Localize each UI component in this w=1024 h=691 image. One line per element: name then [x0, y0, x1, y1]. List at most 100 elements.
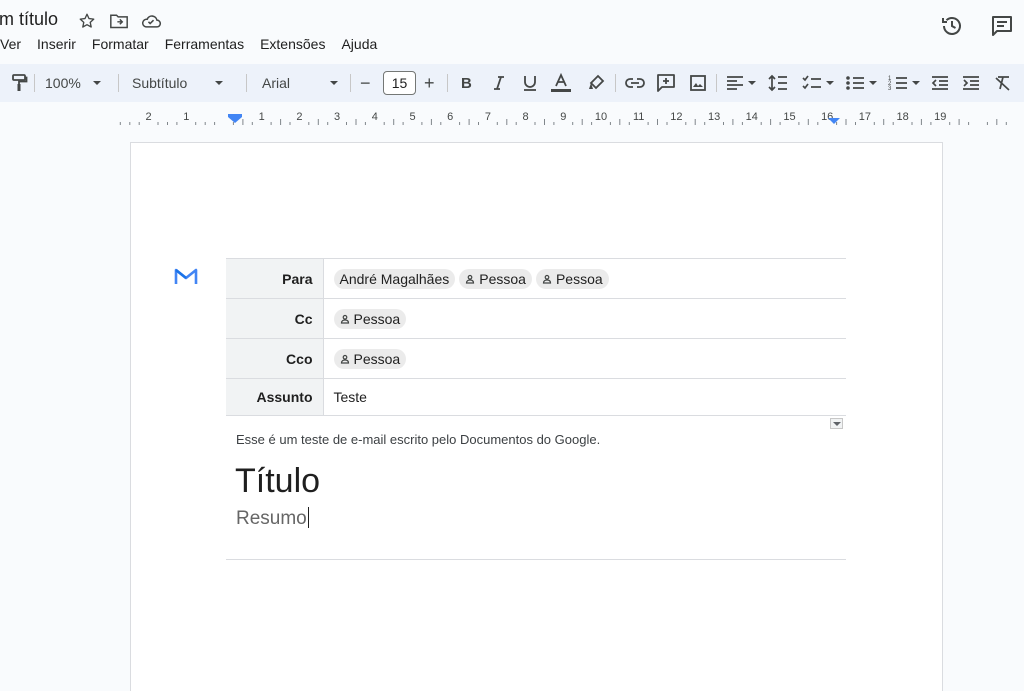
line-spacing-icon[interactable] — [768, 69, 788, 97]
toolbar: 100% Subtítulo Arial − 15 + B 1 2 3 — [0, 64, 1024, 102]
email-row-bcc: Cco Pessoa — [226, 338, 846, 379]
font-size-input-wrap: 15 — [383, 69, 416, 97]
recipient-chip[interactable]: Pessoa — [535, 268, 609, 289]
email-label-bcc: Cco — [226, 338, 324, 379]
link-icon[interactable] — [625, 69, 645, 97]
menu-ferramentas[interactable]: Ferramentas — [157, 35, 252, 53]
gmail-icon[interactable] — [174, 266, 198, 286]
chevron-down-icon — [869, 81, 877, 85]
chevron-down-icon — [832, 421, 841, 426]
align-select[interactable] — [726, 69, 756, 97]
style-select[interactable]: Subtítulo — [132, 69, 224, 97]
email-label-cc: Cc — [226, 298, 324, 339]
toolbar-divider — [716, 74, 717, 92]
ruler-label: 10 — [595, 111, 607, 123]
ruler-label: 1 — [183, 111, 189, 123]
chevron-down-icon — [92, 81, 101, 85]
chevron-down-icon — [912, 81, 920, 85]
font-select[interactable]: Arial — [262, 69, 339, 97]
version-history-icon[interactable] — [940, 14, 964, 43]
highlight-icon[interactable] — [587, 69, 605, 97]
ruler-label: 8 — [523, 111, 529, 123]
ruler-label: 6 — [447, 111, 453, 123]
decrease-indent-icon[interactable] — [931, 69, 949, 97]
email-row-cc: Cc Pessoa — [226, 298, 846, 339]
menu-bar: Ver Inserir Formatar Ferramentas Extensõ… — [0, 35, 385, 53]
heading-subtitle[interactable]: Resumo — [236, 507, 309, 530]
email-recipients-cc[interactable]: Pessoa — [323, 298, 846, 339]
zoom-select[interactable]: 100% — [45, 69, 101, 97]
italic-icon[interactable] — [492, 69, 506, 97]
recipient-chip[interactable]: Pessoa — [333, 348, 407, 369]
person-icon — [340, 354, 349, 364]
comments-icon[interactable] — [990, 14, 1014, 43]
toolbar-divider — [118, 74, 119, 92]
email-body-dropdown[interactable] — [830, 418, 843, 429]
star-icon[interactable] — [76, 10, 98, 32]
recipient-chip[interactable]: André Magalhães — [333, 268, 456, 289]
ruler-label: 15 — [783, 111, 795, 123]
title-bar: m título Ver Inserir Formatar Ferramenta… — [0, 0, 1024, 62]
email-row-subject: Assunto Teste — [226, 378, 846, 416]
insert-image-icon[interactable] — [689, 69, 707, 97]
ruler-label: 7 — [485, 111, 491, 123]
minus-icon: − — [360, 72, 371, 93]
email-recipients-to[interactable]: André Magalhães Pessoa Pessoa — [323, 258, 846, 299]
ruler-label: 3 — [334, 111, 340, 123]
style-value: Subtítulo — [132, 75, 188, 91]
document-page[interactable] — [130, 142, 943, 691]
email-draft-table: Para André Magalhães Pessoa Pessoa Cc Pess… — [226, 258, 846, 416]
recipient-chip-label: Pessoa — [555, 270, 603, 287]
plus-icon: + — [424, 72, 435, 93]
zoom-value: 100% — [45, 75, 81, 91]
recipient-chip[interactable]: Pessoa — [459, 268, 532, 289]
paint-format-icon[interactable] — [10, 69, 28, 97]
heading-subtitle-text: Resumo — [236, 508, 307, 529]
checklist-icon — [802, 75, 821, 90]
person-icon — [340, 314, 349, 324]
bold-icon[interactable]: B — [460, 69, 474, 97]
font-value: Arial — [262, 75, 291, 91]
bulleted-list-select[interactable] — [845, 69, 877, 97]
ruler-label: 18 — [896, 111, 908, 123]
bulleted-list-icon — [846, 76, 864, 90]
add-comment-icon[interactable] — [656, 69, 676, 97]
ruler-label: 19 — [934, 111, 946, 123]
heading-title[interactable]: Título — [235, 462, 320, 501]
recipient-chip[interactable]: Pessoa — [333, 308, 407, 329]
email-subject-value[interactable]: Teste — [323, 378, 846, 416]
checklist-select[interactable] — [802, 69, 834, 97]
email-recipients-bcc[interactable]: Pessoa — [323, 338, 846, 379]
ruler-scale: 2 1 1 2 3 4 5 6 7 8 9 10 11 12 13 14 15 16 17 18 19 — [0, 104, 1024, 128]
menu-ver[interactable]: Ver — [0, 35, 29, 53]
chevron-down-icon — [748, 81, 756, 85]
toolbar-divider — [350, 74, 351, 92]
increase-font-size-button[interactable]: + — [424, 69, 435, 97]
email-body-text[interactable]: Esse é um teste de e-mail escrito pelo D… — [236, 432, 600, 447]
email-draft-bottom-border — [226, 559, 846, 560]
menu-ajuda[interactable]: Ajuda — [333, 35, 385, 53]
ruler-label: 2 — [296, 111, 302, 123]
ruler[interactable]: 2 1 1 2 3 4 5 6 7 8 9 10 11 12 13 14 15 16 17 18 19 — [0, 104, 1024, 128]
clear-formatting-icon[interactable] — [994, 69, 1012, 97]
document-title[interactable]: m título — [0, 9, 58, 30]
email-row-to: Para André Magalhães Pessoa Pessoa — [226, 258, 846, 299]
svg-text:3: 3 — [888, 86, 892, 92]
ruler-label: 4 — [372, 111, 378, 123]
move-folder-icon[interactable] — [108, 10, 130, 32]
chevron-down-icon — [826, 81, 834, 85]
menu-extensoes[interactable]: Extensões — [252, 35, 333, 53]
increase-indent-icon[interactable] — [962, 69, 980, 97]
underline-icon[interactable] — [522, 69, 538, 97]
recipient-chip-label: Pessoa — [479, 270, 526, 287]
cloud-saved-icon[interactable] — [140, 10, 162, 32]
decrease-font-size-button[interactable]: − — [360, 69, 371, 97]
numbered-list-select[interactable]: 123 — [888, 69, 920, 97]
menu-formatar[interactable]: Formatar — [84, 35, 157, 53]
text-color-icon[interactable] — [550, 69, 572, 97]
menu-inserir[interactable]: Inserir — [29, 35, 84, 53]
recipient-chip-label: André Magalhães — [339, 270, 450, 287]
chevron-down-icon — [330, 81, 339, 85]
title-icons — [76, 10, 162, 32]
font-size-input[interactable]: 15 — [383, 71, 416, 95]
